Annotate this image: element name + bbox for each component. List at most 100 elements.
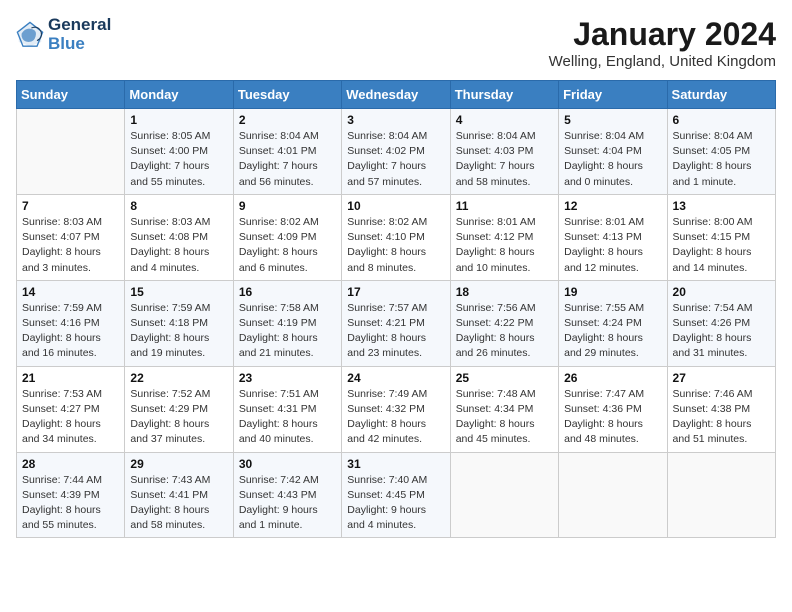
day-info: Sunrise: 7:55 AM Sunset: 4:24 PM Dayligh…: [564, 301, 661, 362]
day-info: Sunrise: 8:04 AM Sunset: 4:01 PM Dayligh…: [239, 129, 336, 190]
calendar-cell: 1 Sunrise: 8:05 AM Sunset: 4:00 PM Daylig…: [125, 109, 233, 195]
day-number: 1: [130, 113, 227, 127]
location: Welling, England, United Kingdom: [549, 53, 776, 70]
day-info: Sunrise: 7:54 AM Sunset: 4:26 PM Dayligh…: [673, 301, 770, 362]
calendar-cell: [17, 109, 125, 195]
calendar-cell: 2 Sunrise: 8:04 AM Sunset: 4:01 PM Daylig…: [233, 109, 341, 195]
day-info: Sunrise: 8:03 AM Sunset: 4:08 PM Dayligh…: [130, 215, 227, 276]
day-info: Sunrise: 7:52 AM Sunset: 4:29 PM Dayligh…: [130, 387, 227, 448]
day-info: Sunrise: 7:40 AM Sunset: 4:45 PM Dayligh…: [347, 473, 444, 534]
day-number: 2: [239, 113, 336, 127]
day-info: Sunrise: 7:48 AM Sunset: 4:34 PM Dayligh…: [456, 387, 553, 448]
day-number: 31: [347, 457, 444, 471]
month-title: January 2024: [549, 16, 776, 53]
calendar-cell: 24 Sunrise: 7:49 AM Sunset: 4:32 PM Dayli…: [342, 366, 450, 452]
day-info: Sunrise: 7:58 AM Sunset: 4:19 PM Dayligh…: [239, 301, 336, 362]
day-info: Sunrise: 7:42 AM Sunset: 4:43 PM Dayligh…: [239, 473, 336, 534]
column-header-saturday: Saturday: [667, 81, 775, 109]
day-number: 25: [456, 371, 553, 385]
calendar-cell: 11Sunrise: 8:01 AM Sunset: 4:12 PM Dayli…: [450, 194, 558, 280]
calendar-cell: 18 Sunrise: 7:56 AM Sunset: 4:22 PM Dayli…: [450, 280, 558, 366]
day-number: 23: [239, 371, 336, 385]
day-info: Sunrise: 7:56 AM Sunset: 4:22 PM Dayligh…: [456, 301, 553, 362]
title-area: January 2024 Welling, England, United Ki…: [549, 16, 776, 70]
calendar-week-row: 21 Sunrise: 7:53 AM Sunset: 4:27 PM Dayli…: [17, 366, 776, 452]
day-info: Sunrise: 8:01 AM Sunset: 4:13 PM Dayligh…: [564, 215, 661, 276]
day-info: Sunrise: 7:57 AM Sunset: 4:21 PM Dayligh…: [347, 301, 444, 362]
calendar-cell: 30 Sunrise: 7:42 AM Sunset: 4:43 PM Dayli…: [233, 452, 341, 538]
day-info: Sunrise: 7:49 AM Sunset: 4:32 PM Dayligh…: [347, 387, 444, 448]
day-number: 24: [347, 371, 444, 385]
day-number: 19: [564, 285, 661, 299]
calendar-cell: 25 Sunrise: 7:48 AM Sunset: 4:34 PM Dayli…: [450, 366, 558, 452]
column-header-sunday: Sunday: [17, 81, 125, 109]
day-info: Sunrise: 8:01 AM Sunset: 4:12 PM Dayligh…: [456, 215, 553, 276]
header: General Blue January 2024 Welling, Engla…: [16, 16, 776, 70]
calendar-cell: 8 Sunrise: 8:03 AM Sunset: 4:08 PM Daylig…: [125, 194, 233, 280]
calendar-cell: 21 Sunrise: 7:53 AM Sunset: 4:27 PM Dayli…: [17, 366, 125, 452]
day-number: 14: [22, 285, 119, 299]
day-number: 28: [22, 457, 119, 471]
calendar-cell: [667, 452, 775, 538]
day-info: Sunrise: 7:47 AM Sunset: 4:36 PM Dayligh…: [564, 387, 661, 448]
day-info: Sunrise: 7:53 AM Sunset: 4:27 PM Dayligh…: [22, 387, 119, 448]
day-number: 29: [130, 457, 227, 471]
day-info: Sunrise: 8:02 AM Sunset: 4:10 PM Dayligh…: [347, 215, 444, 276]
day-info: Sunrise: 7:59 AM Sunset: 4:18 PM Dayligh…: [130, 301, 227, 362]
day-number: 3: [347, 113, 444, 127]
day-number: 16: [239, 285, 336, 299]
day-number: 21: [22, 371, 119, 385]
day-number: 8: [130, 199, 227, 213]
calendar-cell: 17 Sunrise: 7:57 AM Sunset: 4:21 PM Dayli…: [342, 280, 450, 366]
calendar-cell: 19 Sunrise: 7:55 AM Sunset: 4:24 PM Dayli…: [559, 280, 667, 366]
day-number: 9: [239, 199, 336, 213]
calendar-cell: 28 Sunrise: 7:44 AM Sunset: 4:39 PM Dayli…: [17, 452, 125, 538]
column-header-thursday: Thursday: [450, 81, 558, 109]
day-number: 4: [456, 113, 553, 127]
calendar-cell: 6 Sunrise: 8:04 AM Sunset: 4:05 PM Daylig…: [667, 109, 775, 195]
column-header-wednesday: Wednesday: [342, 81, 450, 109]
day-info: Sunrise: 8:04 AM Sunset: 4:03 PM Dayligh…: [456, 129, 553, 190]
calendar-cell: 13 Sunrise: 8:00 AM Sunset: 4:15 PM Dayli…: [667, 194, 775, 280]
day-number: 13: [673, 199, 770, 213]
calendar-cell: 14 Sunrise: 7:59 AM Sunset: 4:16 PM Dayli…: [17, 280, 125, 366]
calendar-cell: 29 Sunrise: 7:43 AM Sunset: 4:41 PM Dayli…: [125, 452, 233, 538]
day-number: 20: [673, 285, 770, 299]
calendar-cell: 15 Sunrise: 7:59 AM Sunset: 4:18 PM Dayli…: [125, 280, 233, 366]
calendar-cell: 23Sunrise: 7:51 AM Sunset: 4:31 PM Dayli…: [233, 366, 341, 452]
day-info: Sunrise: 8:00 AM Sunset: 4:15 PM Dayligh…: [673, 215, 770, 276]
day-number: 15: [130, 285, 227, 299]
calendar-week-row: 1 Sunrise: 8:05 AM Sunset: 4:00 PM Daylig…: [17, 109, 776, 195]
calendar-cell: 31 Sunrise: 7:40 AM Sunset: 4:45 PM Dayli…: [342, 452, 450, 538]
calendar-week-row: 7 Sunrise: 8:03 AM Sunset: 4:07 PM Daylig…: [17, 194, 776, 280]
day-info: Sunrise: 8:02 AM Sunset: 4:09 PM Dayligh…: [239, 215, 336, 276]
day-number: 22: [130, 371, 227, 385]
day-number: 17: [347, 285, 444, 299]
logo: General Blue: [16, 16, 111, 53]
day-info: Sunrise: 7:44 AM Sunset: 4:39 PM Dayligh…: [22, 473, 119, 534]
day-number: 7: [22, 199, 119, 213]
day-info: Sunrise: 7:59 AM Sunset: 4:16 PM Dayligh…: [22, 301, 119, 362]
calendar-cell: 4 Sunrise: 8:04 AM Sunset: 4:03 PM Daylig…: [450, 109, 558, 195]
calendar-cell: 22 Sunrise: 7:52 AM Sunset: 4:29 PM Dayli…: [125, 366, 233, 452]
calendar-cell: 10 Sunrise: 8:02 AM Sunset: 4:10 PM Dayli…: [342, 194, 450, 280]
calendar-header-row: SundayMondayTuesdayWednesdayThursdayFrid…: [17, 81, 776, 109]
day-info: Sunrise: 7:43 AM Sunset: 4:41 PM Dayligh…: [130, 473, 227, 534]
day-number: 18: [456, 285, 553, 299]
day-number: 6: [673, 113, 770, 127]
day-info: Sunrise: 8:04 AM Sunset: 4:04 PM Dayligh…: [564, 129, 661, 190]
day-info: Sunrise: 8:04 AM Sunset: 4:05 PM Dayligh…: [673, 129, 770, 190]
calendar-cell: [559, 452, 667, 538]
day-number: 10: [347, 199, 444, 213]
day-info: Sunrise: 8:05 AM Sunset: 4:00 PM Dayligh…: [130, 129, 227, 190]
day-number: 26: [564, 371, 661, 385]
calendar-cell: 12 Sunrise: 8:01 AM Sunset: 4:13 PM Dayli…: [559, 194, 667, 280]
calendar-week-row: 14 Sunrise: 7:59 AM Sunset: 4:16 PM Dayli…: [17, 280, 776, 366]
calendar-cell: 27Sunrise: 7:46 AM Sunset: 4:38 PM Dayli…: [667, 366, 775, 452]
day-info: Sunrise: 8:03 AM Sunset: 4:07 PM Dayligh…: [22, 215, 119, 276]
day-number: 30: [239, 457, 336, 471]
day-number: 12: [564, 199, 661, 213]
calendar-week-row: 28 Sunrise: 7:44 AM Sunset: 4:39 PM Dayli…: [17, 452, 776, 538]
calendar-cell: [450, 452, 558, 538]
calendar-table: SundayMondayTuesdayWednesdayThursdayFrid…: [16, 80, 776, 538]
